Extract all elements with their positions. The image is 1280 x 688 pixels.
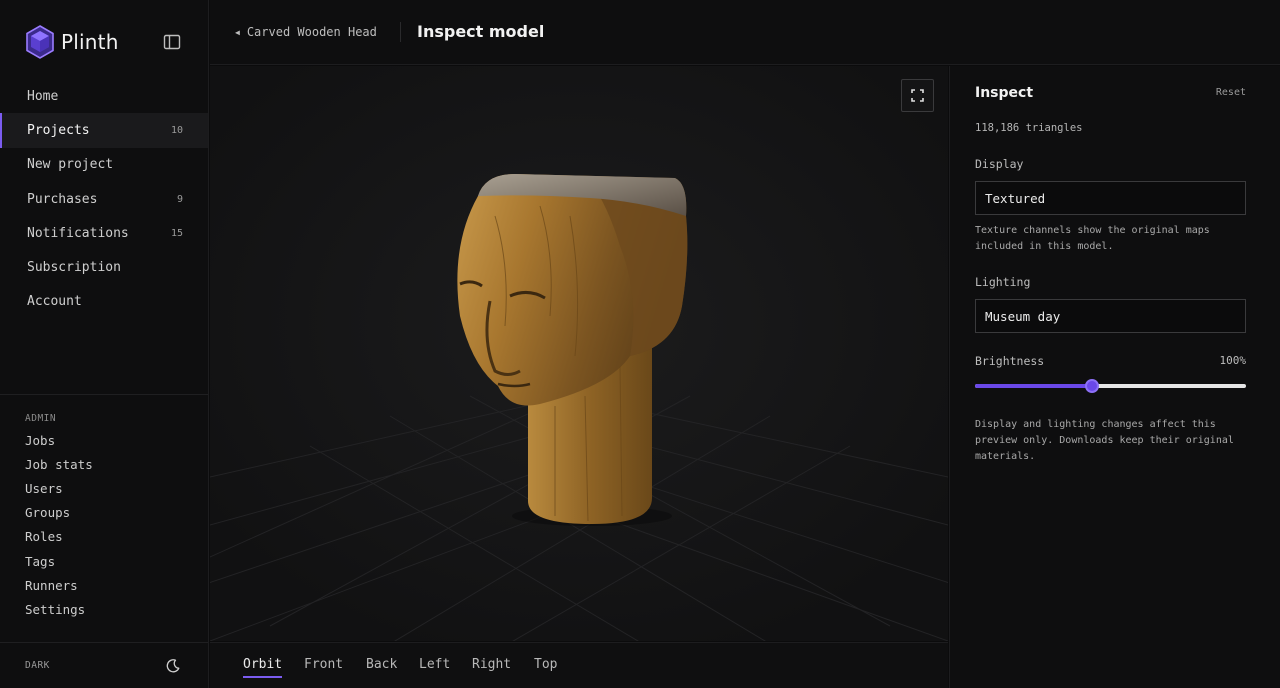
nav-item-count: 10: [170, 124, 183, 136]
moon-icon[interactable]: [165, 658, 181, 674]
inspect-title: Inspect: [975, 85, 1034, 101]
tab-orbit[interactable]: Orbit: [243, 657, 283, 678]
admin-item-tags[interactable]: Tags: [0, 549, 208, 573]
model-viewer[interactable]: [210, 66, 948, 641]
brightness-slider[interactable]: [975, 379, 1246, 393]
nav-item-label: Projects: [27, 122, 90, 138]
fullscreen-button[interactable]: [901, 79, 934, 112]
nav-item-label: Purchases: [27, 191, 98, 207]
reset-button[interactable]: Reset: [1216, 87, 1246, 98]
admin-item-runners[interactable]: Runners: [0, 573, 208, 597]
fullscreen-icon: [911, 89, 924, 102]
tab-left[interactable]: Left: [419, 657, 450, 676]
theme-label: DARK: [25, 660, 50, 671]
lighting-select[interactable]: Museum day: [975, 299, 1246, 333]
tab-front[interactable]: Front: [304, 657, 343, 676]
nav-item-count: 15: [170, 227, 183, 239]
display-select[interactable]: Textured: [975, 181, 1246, 215]
page-title: Inspect model: [417, 22, 545, 41]
triangle-count: 118,186 triangles: [975, 122, 1083, 134]
page-header: ◀ Carved Wooden Head Inspect model: [210, 0, 1280, 65]
nav-item-label: Subscription: [27, 260, 121, 276]
admin-item-settings[interactable]: Settings: [0, 597, 208, 621]
tab-top[interactable]: Top: [534, 657, 557, 676]
admin-item-roles[interactable]: Roles: [0, 525, 208, 549]
admin-item-job-stats[interactable]: Job stats: [0, 452, 208, 476]
back-link-label: Carved Wooden Head: [246, 25, 377, 39]
tab-back[interactable]: Back: [366, 657, 397, 676]
slider-thumb[interactable]: [1084, 379, 1099, 393]
admin-item-groups[interactable]: Groups: [0, 501, 208, 525]
slider-fill: [975, 384, 1092, 388]
nav-item-label: Notifications: [27, 225, 129, 241]
lighting-label: Lighting: [975, 275, 1031, 289]
brand-name: Plinth: [61, 30, 119, 54]
inspect-panel: Inspect Reset 118,186 triangles Display …: [949, 66, 1280, 688]
main-nav: Home Projects 10 New project Purchases 9…: [0, 79, 208, 319]
brightness-label: Brightness: [975, 354, 1045, 368]
brand[interactable]: Plinth: [25, 24, 119, 60]
sidebar: Plinth Home Projects 10 New project Purc…: [0, 0, 209, 688]
nav-item-notifications[interactable]: Notifications 15: [0, 216, 208, 250]
tab-right[interactable]: Right: [472, 657, 511, 676]
admin-item-jobs[interactable]: Jobs: [0, 428, 208, 452]
viewport-scene: [210, 66, 948, 641]
nav-item-label: New project: [27, 157, 114, 173]
admin-nav: Jobs Job stats Users Groups Roles Tags R…: [0, 428, 208, 622]
nav-item-new-project[interactable]: New project: [0, 148, 208, 182]
view-preset-bar: Orbit Front Back Left Right Top: [210, 642, 948, 688]
sidebar-toggle-icon[interactable]: [163, 33, 181, 51]
admin-heading: ADMIN: [25, 413, 57, 424]
back-arrow-icon: ◀: [235, 27, 240, 37]
nav-item-subscription[interactable]: Subscription: [0, 250, 208, 284]
plinth-logo-icon: [26, 25, 54, 59]
nav-item-purchases[interactable]: Purchases 9: [0, 182, 208, 216]
nav-item-projects[interactable]: Projects 10: [0, 113, 208, 148]
brightness-value: 100%: [1219, 354, 1247, 367]
nav-item-label: Account: [27, 294, 82, 310]
nav-item-account[interactable]: Account: [0, 285, 208, 319]
preview-footnote: Display and lighting changes affect this…: [975, 419, 1234, 462]
sidebar-divider: [0, 394, 208, 395]
header-divider: [400, 22, 401, 42]
admin-item-users[interactable]: Users: [0, 476, 208, 500]
nav-item-home[interactable]: Home: [0, 79, 208, 113]
display-help-text: Texture channels show the original maps …: [975, 225, 1210, 252]
sidebar-divider: [0, 642, 208, 643]
nav-item-label: Home: [27, 88, 59, 104]
back-link[interactable]: ◀ Carved Wooden Head: [235, 25, 377, 39]
nav-item-count: 9: [176, 193, 183, 205]
display-label: Display: [975, 157, 1024, 171]
